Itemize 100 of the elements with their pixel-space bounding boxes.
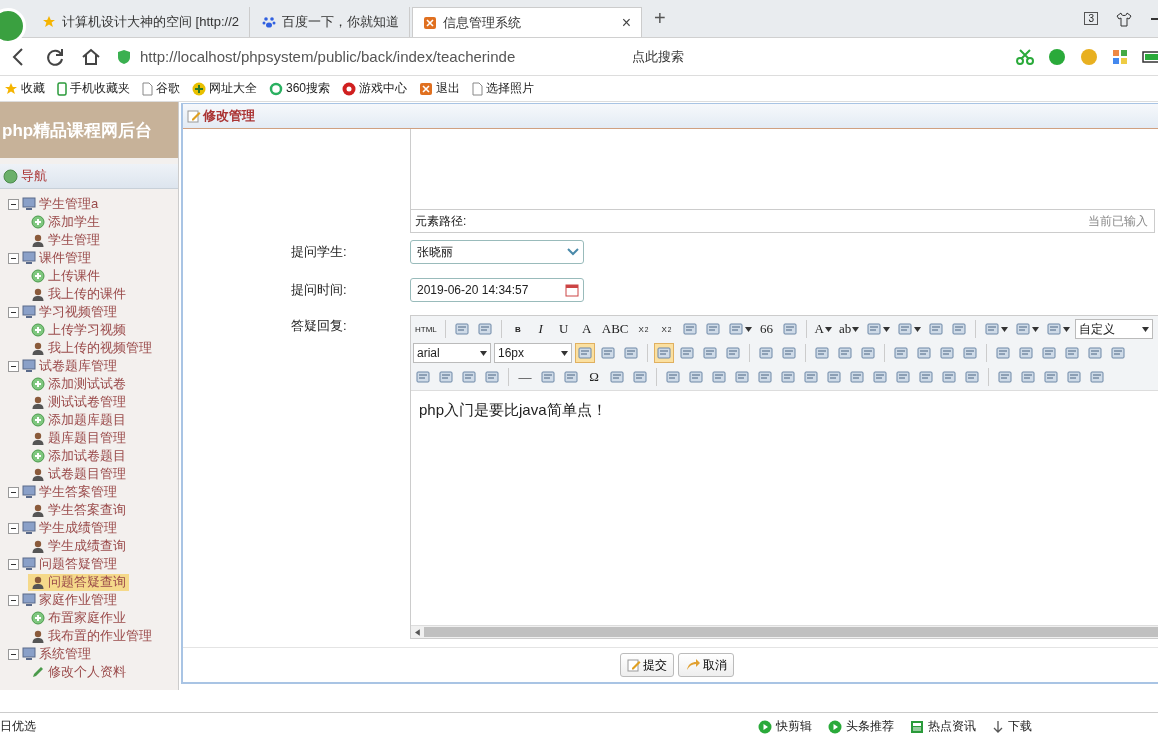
tree-item[interactable]: 添加测试试卷 xyxy=(28,375,129,393)
tree-group[interactable]: 家庭作业管理 xyxy=(39,591,117,609)
apps-icon[interactable] xyxy=(1112,48,1128,65)
tree-item[interactable]: 上传学习视频 xyxy=(28,321,129,339)
toolbar-button[interactable]: 66 xyxy=(756,319,777,339)
toolbar-button[interactable]: B xyxy=(507,319,528,339)
browser-tab[interactable]: 百度一下，你就知道 xyxy=(252,7,410,37)
coin-icon[interactable] xyxy=(1080,47,1098,66)
tree-item[interactable]: 我上传的视频管理 xyxy=(28,339,155,357)
student-select[interactable]: 张晓丽 xyxy=(410,240,584,264)
collapse-icon[interactable] xyxy=(8,558,19,570)
monitor-icon xyxy=(22,305,36,319)
shirt-icon[interactable] xyxy=(1116,10,1132,27)
page-icon xyxy=(142,81,153,96)
bookmark-item[interactable]: 360搜索 xyxy=(269,80,331,97)
phone-icon xyxy=(57,81,67,96)
toolbar-dropdown-button[interactable]: A xyxy=(812,319,834,339)
collapse-icon[interactable] xyxy=(8,594,19,606)
pencil-icon xyxy=(187,109,201,123)
status-item[interactable]: 热点资讯 xyxy=(910,718,976,735)
tree-item[interactable]: 学生管理 xyxy=(28,231,103,249)
toolbar-select[interactable]: 自定义 xyxy=(1075,319,1154,339)
pencil-icon xyxy=(626,658,641,672)
tree-item[interactable]: 试卷题目管理 xyxy=(28,465,129,483)
close-tab-button[interactable]: × xyxy=(621,13,631,32)
collapse-icon[interactable] xyxy=(8,486,19,498)
scroll-left-icon[interactable] xyxy=(415,628,420,636)
tree-item[interactable]: 问题答疑查询 xyxy=(28,573,129,591)
collapse-icon[interactable] xyxy=(8,198,19,210)
caret-icon xyxy=(1063,326,1071,332)
toolbar-button[interactable]: U xyxy=(553,319,574,339)
bookmark-item[interactable]: 退出 xyxy=(419,80,461,97)
person-icon xyxy=(31,395,45,409)
battery-icon[interactable] xyxy=(1142,49,1158,64)
tab-count[interactable]: 3 xyxy=(1084,12,1098,25)
tree-item[interactable]: 测试试卷管理 xyxy=(28,393,129,411)
collapse-icon[interactable] xyxy=(8,252,19,264)
person-icon xyxy=(31,341,45,355)
tree-group[interactable]: 学生成绩管理 xyxy=(39,519,117,537)
browser-tab[interactable]: 信息管理系统 × xyxy=(412,7,642,37)
bookmark-item[interactable]: 收藏 xyxy=(4,80,45,97)
tree-group[interactable]: 学生管理a xyxy=(39,195,99,213)
form-button[interactable]: 取消 xyxy=(677,653,734,677)
toolbar-button[interactable]: HTML xyxy=(413,319,439,339)
date-field[interactable]: 2019-06-20 14:34:57 xyxy=(410,278,584,302)
bookmark-item[interactable]: 手机收藏夹 xyxy=(57,80,130,97)
browser-tab[interactable]: 计算机设计大神的空间 [http://2 xyxy=(32,7,250,37)
tree-group[interactable]: 学习视频管理 xyxy=(39,303,117,321)
tree-item[interactable]: 我布置的作业管理 xyxy=(28,627,155,645)
char-count: 当前已输入 xyxy=(1088,212,1148,230)
bookmark-item[interactable]: 谷歌 xyxy=(142,80,180,97)
collapse-icon[interactable] xyxy=(8,648,19,660)
tree-group[interactable]: 学生答案管理 xyxy=(39,483,117,501)
collapse-icon[interactable] xyxy=(8,360,19,372)
plus-circle-icon xyxy=(192,81,206,96)
bookmark-item[interactable]: 网址大全 xyxy=(192,80,257,97)
scissors-icon[interactable] xyxy=(1016,47,1034,66)
collapse-icon[interactable] xyxy=(8,306,19,318)
toolbar-button[interactable] xyxy=(575,343,595,363)
tree-group[interactable]: 课件管理 xyxy=(39,249,91,267)
tree-item[interactable]: 我上传的课件 xyxy=(28,285,129,303)
horizontal-scrollbar[interactable] xyxy=(411,625,1158,638)
toolbar-button[interactable]: ABC xyxy=(599,319,631,339)
tree-item[interactable]: 题库题目管理 xyxy=(28,429,129,447)
status-item[interactable]: 快剪辑 xyxy=(758,718,812,735)
toolbar-button[interactable]: — xyxy=(515,367,535,387)
toolbar-dropdown-button[interactable]: ab xyxy=(836,319,862,339)
tree-item[interactable]: 添加学生 xyxy=(28,213,103,231)
tree-group[interactable]: 试卷题库管理 xyxy=(39,357,117,375)
element-path-label: 元素路径: xyxy=(415,212,467,230)
tree-item[interactable]: 布置家庭作业 xyxy=(28,609,129,627)
calendar-icon[interactable] xyxy=(565,283,579,297)
toolbar-select[interactable]: arial xyxy=(413,343,491,363)
toolbar-button[interactable]: Ω xyxy=(584,367,604,387)
tree-item[interactable]: 学生答案查询 xyxy=(28,501,129,519)
caret-icon xyxy=(1001,326,1009,332)
tree-item[interactable]: 学生成绩查询 xyxy=(28,537,129,555)
tree-item[interactable]: 修改个人资料 xyxy=(28,663,129,681)
toolbar-button[interactable] xyxy=(654,343,674,363)
bookmark-item[interactable]: 游戏中心 xyxy=(342,80,408,97)
pencil-icon xyxy=(31,665,45,679)
address-bar[interactable]: http://localhost/phpsystem/public/back/index/teacherinde xyxy=(116,43,616,70)
new-tab-button[interactable]: + xyxy=(644,7,676,30)
monitor-icon xyxy=(22,593,36,607)
bookmark-item[interactable]: 选择照片 xyxy=(472,80,535,97)
collapse-icon[interactable] xyxy=(8,522,19,534)
game-icon xyxy=(342,81,357,96)
toolbar-button[interactable]: A xyxy=(576,319,597,339)
status-item[interactable]: 下载 xyxy=(992,718,1032,735)
tree-item[interactable]: 添加题库题目 xyxy=(28,411,129,429)
status-item[interactable]: 头条推荐 xyxy=(828,718,894,735)
form-button[interactable]: 提交 xyxy=(619,653,674,677)
tree-group[interactable]: 系统管理 xyxy=(39,645,91,663)
tree-item[interactable]: 上传课件 xyxy=(28,267,103,285)
toolbar-select[interactable]: 16px xyxy=(494,343,572,363)
field-label: 提问学生: xyxy=(290,243,348,261)
toolbar-button[interactable]: I xyxy=(530,319,551,339)
caret-icon xyxy=(1032,326,1040,332)
tree-item[interactable]: 添加试卷题目 xyxy=(28,447,129,465)
tree-group[interactable]: 问题答疑管理 xyxy=(39,555,117,573)
